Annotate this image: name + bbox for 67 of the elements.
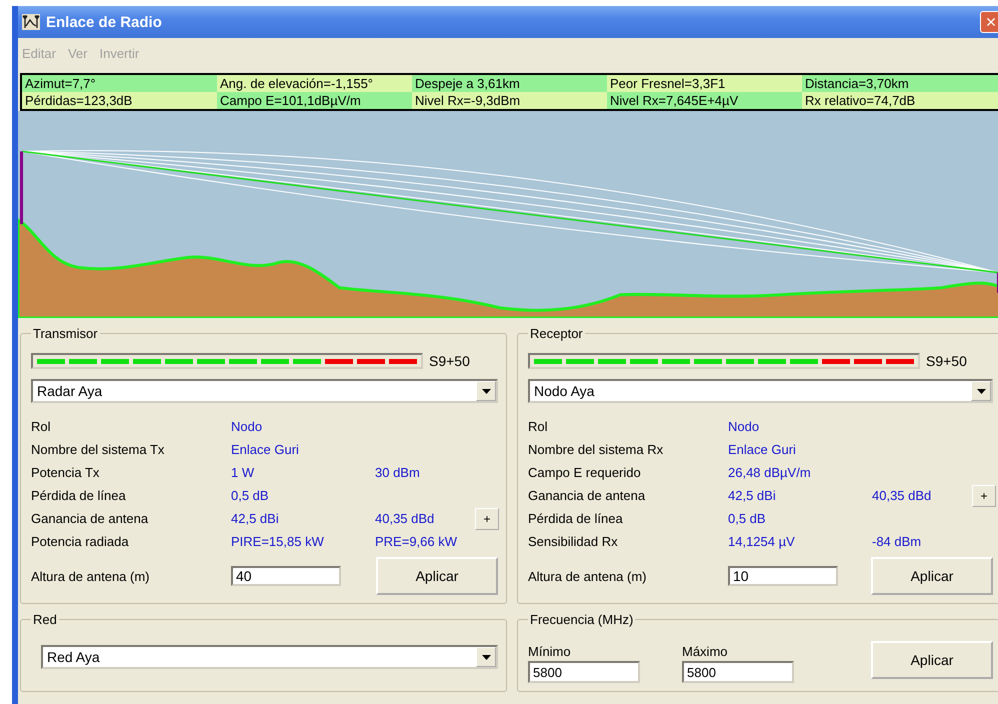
field-label: Máximo bbox=[682, 644, 729, 659]
group-title: Frecuencia (MHz) bbox=[529, 612, 634, 627]
field-value: Enlace Guri bbox=[231, 442, 300, 457]
field-value: 42,5 dBi bbox=[728, 488, 777, 503]
field-label: Potencia radiada bbox=[31, 534, 130, 549]
field-label: Pérdida de línea bbox=[528, 511, 624, 526]
field-value: Enlace Guri bbox=[728, 442, 797, 457]
info-cell: Campo E=101,1dBµV/m bbox=[217, 92, 412, 109]
field-value: 40,35 dBd bbox=[872, 488, 932, 503]
field-label: Mínimo bbox=[528, 644, 572, 659]
station-dropdown[interactable]: Nodo Aya bbox=[528, 379, 993, 403]
group-title: Red bbox=[32, 612, 58, 627]
maximum-field[interactable]: 5800 bbox=[682, 661, 794, 683]
field-value: PRE=9,66 kW bbox=[375, 534, 458, 549]
info-cell: Pérdidas=123,3dB bbox=[22, 92, 217, 109]
field-value: 1 W bbox=[231, 465, 256, 480]
plus-button[interactable]: + bbox=[475, 508, 499, 530]
network-dropdown[interactable]: Red Aya bbox=[41, 645, 498, 669]
info-cell: Azimut=7,7° bbox=[22, 75, 217, 92]
meter-reading: S9+50 bbox=[926, 353, 967, 369]
field-value: 42,5 dBi bbox=[231, 511, 280, 526]
field-value: Nodo bbox=[728, 419, 760, 434]
minimum-field[interactable]: 5800 bbox=[528, 661, 640, 683]
field-value: -84 dBm bbox=[872, 534, 922, 549]
field-label: Sensibilidad Rx bbox=[528, 534, 619, 549]
field-label: Campo E requerido bbox=[528, 465, 642, 480]
field-label: Altura de antena (m) bbox=[528, 568, 648, 584]
field-label: Pérdida de línea bbox=[31, 488, 127, 503]
group-title: Transmisor bbox=[32, 326, 99, 341]
field-value: 14,1254 µV bbox=[728, 534, 796, 549]
meter-reading: S9+50 bbox=[429, 353, 470, 369]
window-title: Enlace de Radio bbox=[46, 14, 163, 30]
plus-button[interactable]: + bbox=[972, 484, 996, 506]
info-cell: Nivel Rx=7,645E+4µV bbox=[607, 92, 802, 109]
field-value: 30 dBm bbox=[375, 465, 420, 480]
field-label: Ganancia de antena bbox=[528, 488, 646, 503]
info-cell: Peor Fresnel=3,3F1 bbox=[607, 75, 802, 92]
field-value: Nodo bbox=[231, 419, 264, 434]
field-value: PIRE=15,85 kW bbox=[231, 534, 325, 549]
field-label: Altura de antena (m) bbox=[31, 568, 151, 584]
info-cell: Ang. de elevación=-1,155° bbox=[217, 75, 412, 92]
field-label: Ganancia de antena bbox=[31, 511, 150, 526]
caret-icon bbox=[976, 388, 986, 394]
field-label: Nombre del sistema Tx bbox=[31, 442, 166, 457]
antenna-height-field[interactable]: 10 bbox=[728, 566, 838, 586]
caret-icon bbox=[482, 654, 490, 660]
field-value: 0,5 dB bbox=[231, 488, 270, 503]
apply-button[interactable]: Aplicar bbox=[376, 557, 498, 595]
info-cell: Rx relativo=74,7dB bbox=[802, 92, 998, 109]
group-title: Receptor bbox=[529, 326, 584, 341]
field-value: 0,5 dB bbox=[728, 511, 767, 526]
apply-button[interactable]: Aplicar bbox=[871, 641, 993, 679]
antenna-height-field[interactable]: 40 bbox=[231, 566, 341, 586]
info-cell: Nivel Rx=-9,3dBm bbox=[412, 92, 607, 109]
caret-icon bbox=[482, 388, 490, 394]
info-cell: Distancia=3,70km bbox=[802, 75, 998, 92]
field-label: Rol bbox=[31, 419, 52, 434]
field-label: Nombre del sistema Rx bbox=[528, 442, 664, 457]
close-button[interactable]: × bbox=[980, 11, 998, 33]
antenna-icon bbox=[22, 14, 40, 30]
field-value: 26,48 dBµV/m bbox=[728, 465, 812, 480]
apply-button[interactable]: Aplicar bbox=[871, 557, 993, 595]
station-dropdown[interactable]: Radar Aya bbox=[31, 379, 498, 403]
info-cell: Despeje a 3,61km bbox=[412, 75, 607, 92]
field-value: 40,35 dBd bbox=[375, 511, 434, 526]
field-label: Rol bbox=[528, 419, 549, 434]
field-label: Potencia Tx bbox=[31, 465, 100, 480]
